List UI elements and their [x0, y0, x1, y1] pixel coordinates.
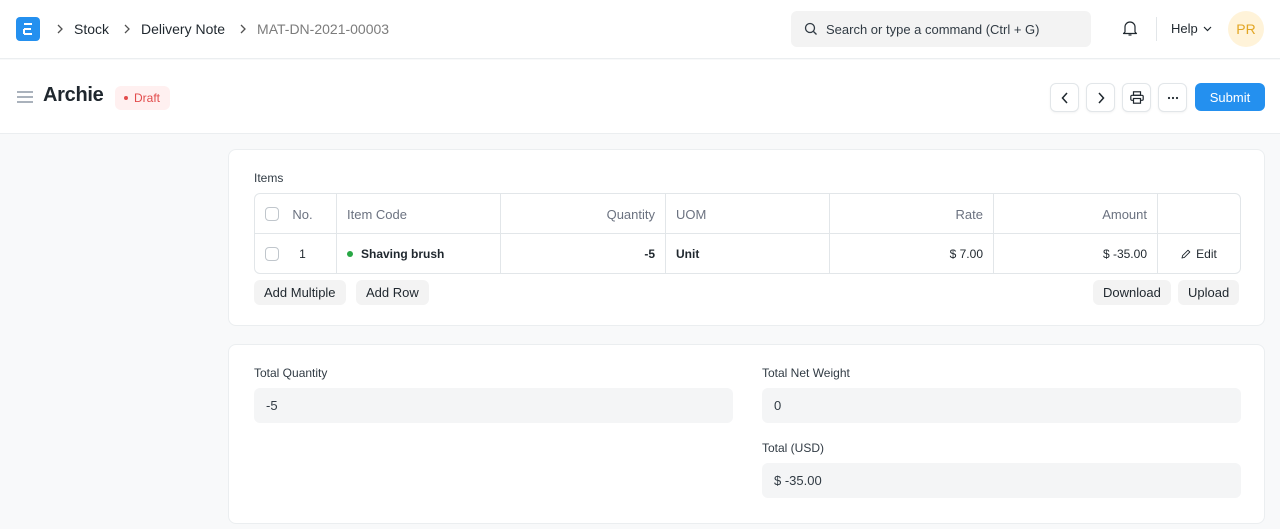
table-row[interactable]: 1 Shaving brush -5 Unit $ 7.00 $ -35.00 …	[255, 234, 1240, 274]
header-item-code: Item Code	[337, 194, 501, 234]
rate-value: $ 7.00	[949, 247, 983, 261]
hamburger-icon	[17, 91, 33, 103]
items-section: Items No. Item Code Quantity UOM Rate Am…	[228, 149, 1265, 326]
help-dropdown[interactable]: Help	[1171, 21, 1212, 36]
more-actions-button[interactable]	[1158, 83, 1187, 112]
breadcrumb-current-doc[interactable]: MAT-DN-2021-00003	[257, 20, 389, 38]
navbar: Stock Delivery Note MAT-DN-2021-00003 He…	[0, 0, 1280, 59]
status-badge: Draft	[115, 86, 171, 110]
add-row-button[interactable]: Add Row	[356, 280, 429, 305]
edit-label: Edit	[1196, 247, 1217, 261]
total-usd-label: Total (USD)	[762, 441, 825, 455]
chevron-right-icon	[123, 24, 131, 34]
row-number: 1	[299, 247, 306, 261]
chevron-right-icon	[239, 24, 247, 34]
chevron-right-icon	[1097, 91, 1105, 104]
header-rate: Rate	[830, 194, 994, 234]
chevron-left-icon	[1060, 91, 1068, 104]
header-amount: Amount	[994, 194, 1158, 234]
next-doc-button[interactable]	[1086, 83, 1115, 112]
help-label: Help	[1171, 21, 1198, 36]
header-quantity: Quantity	[501, 194, 666, 234]
sidebar-toggle[interactable]	[17, 90, 33, 107]
total-net-weight-label: Total Net Weight	[762, 366, 850, 380]
header-no-cell: No.	[255, 194, 337, 234]
amount-cell[interactable]: $ -35.00	[994, 234, 1158, 274]
chevron-down-icon	[1203, 26, 1212, 32]
total-quantity-field: -5	[254, 388, 733, 423]
breadcrumb: Stock Delivery Note MAT-DN-2021-00003	[52, 20, 389, 38]
notifications-button[interactable]	[1121, 19, 1139, 40]
total-net-weight-field: 0	[762, 388, 1241, 423]
erpnext-logo-icon	[23, 23, 32, 35]
printer-icon	[1129, 91, 1144, 104]
add-multiple-button[interactable]: Add Multiple	[254, 280, 346, 305]
rate-cell[interactable]: $ 7.00	[830, 234, 994, 274]
previous-doc-button[interactable]	[1050, 83, 1079, 112]
page-title: Archie	[43, 84, 104, 106]
search-input[interactable]	[826, 21, 1086, 37]
status-dot-icon	[347, 251, 353, 257]
total-quantity-label: Total Quantity	[254, 366, 328, 380]
totals-section: Total Quantity -5 Total Net Weight 0 Tot…	[228, 344, 1265, 524]
header-actions	[1158, 194, 1240, 234]
amount-value: $ -35.00	[1102, 247, 1147, 261]
page-head: Archie Draft Submit	[0, 60, 1280, 134]
items-table: No. Item Code Quantity UOM Rate Amount 1…	[254, 193, 1241, 274]
print-button[interactable]	[1122, 83, 1151, 112]
status-dot-icon	[124, 96, 128, 100]
more-horizontal-icon	[1167, 96, 1178, 99]
row-checkbox[interactable]	[265, 247, 279, 261]
search-bar[interactable]	[791, 11, 1091, 47]
uom-value: Unit	[676, 247, 700, 261]
total-usd-field: $ -35.00	[762, 463, 1241, 498]
avatar[interactable]: PR	[1228, 11, 1264, 47]
download-button[interactable]: Download	[1093, 280, 1171, 305]
quantity-cell[interactable]: -5	[501, 234, 666, 274]
item-code: Shaving brush	[361, 247, 445, 261]
edit-row-button[interactable]: Edit	[1181, 247, 1217, 261]
items-label: Items	[254, 171, 284, 185]
item-code-cell[interactable]: Shaving brush	[337, 234, 501, 274]
bell-icon	[1122, 21, 1138, 36]
header-no: No.	[292, 206, 313, 222]
chevron-right-icon	[56, 24, 64, 34]
app-logo[interactable]	[16, 17, 40, 41]
header-uom: UOM	[666, 194, 830, 234]
status-label: Draft	[134, 91, 161, 105]
upload-button[interactable]: Upload	[1178, 280, 1240, 305]
uom-cell[interactable]: Unit	[666, 234, 830, 274]
row-no-cell: 1	[255, 234, 337, 274]
pencil-icon	[1181, 249, 1191, 259]
select-all-checkbox[interactable]	[265, 207, 279, 221]
divider	[1156, 17, 1157, 41]
edit-cell: Edit	[1158, 234, 1240, 274]
table-header: No. Item Code Quantity UOM Rate Amount	[255, 194, 1240, 234]
breadcrumb-delivery-note[interactable]: Delivery Note	[141, 20, 225, 38]
search-icon	[804, 22, 817, 35]
quantity-value: -5	[644, 247, 655, 261]
breadcrumb-stock[interactable]: Stock	[74, 20, 109, 38]
submit-button[interactable]: Submit	[1195, 83, 1265, 111]
